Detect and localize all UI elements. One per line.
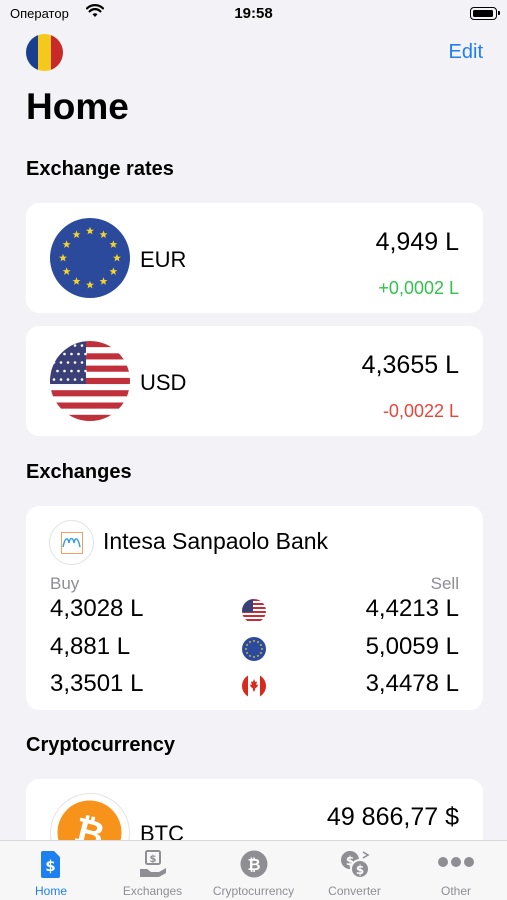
ellipsis-icon (437, 855, 475, 873)
bank-logo-icon (49, 520, 94, 565)
buy-value: 4,881 L (50, 633, 131, 660)
buy-label: Buy (50, 574, 80, 593)
sell-value: 3,4478 L (365, 670, 459, 697)
tab-exchanges[interactable]: $ Exchanges (102, 841, 203, 900)
rate-card-eur[interactable]: EUR 4,949 L +0,0002 L (26, 203, 483, 313)
tab-label: Other (440, 884, 471, 898)
rate-code: USD (140, 370, 187, 395)
status-bar: Оператор 19:58 (0, 0, 507, 30)
rate-code: EUR (140, 247, 187, 272)
tab-label: Converter (328, 884, 381, 898)
svg-text:$: $ (45, 857, 55, 875)
tab-label: Home (34, 884, 67, 898)
romania-flag-avatar[interactable] (26, 34, 63, 71)
tab-label: Cryptocurrency (212, 884, 295, 898)
status-time: 19:58 (234, 5, 273, 22)
bank-card[interactable]: Intesa Sanpaolo Bank Buy Sell 4,3028 L 4… (26, 506, 483, 710)
dollar-doc-icon: $ (36, 849, 66, 884)
section-title-exchange-rates: Exchange rates (26, 158, 174, 180)
rate-card-usd[interactable]: USD 4,3655 L -0,0022 L (26, 326, 483, 436)
sell-value: 5,0059 L (365, 633, 459, 660)
buy-value: 4,3028 L (50, 595, 144, 622)
bank-name: Intesa Sanpaolo Bank (103, 528, 329, 554)
exchange-row-usd: 4,3028 L 4,4213 L (26, 595, 483, 627)
crypto-value: 49 866,77 $ (326, 803, 459, 831)
tab-home[interactable]: $ Home (0, 841, 102, 900)
coins-exchange-icon: $ $ (338, 849, 372, 886)
svg-text:₿: ₿ (247, 855, 260, 874)
sell-value: 4,4213 L (365, 595, 459, 622)
buy-value: 3,3501 L (50, 670, 144, 697)
section-title-exchanges: Exchanges (26, 461, 132, 483)
rate-value: 4,949 L (375, 228, 459, 256)
tab-other[interactable]: Other (405, 841, 507, 900)
tab-bar: $ Home $ Exchanges ₿ Cryptocurrency $ $ … (0, 840, 507, 900)
rate-change: -0,0022 L (382, 401, 459, 421)
svg-text:$: $ (149, 854, 156, 865)
rate-value: 4,3655 L (361, 351, 459, 379)
edit-button[interactable]: Edit (449, 41, 483, 64)
exchange-row-cad: 3,3501 L 3,4478 L (26, 670, 483, 702)
bitcoin-icon: ₿ (239, 849, 269, 884)
sell-label: Sell (430, 574, 459, 593)
ca-flag-icon (242, 674, 266, 698)
rate-change: +0,0002 L (378, 278, 459, 298)
us-flag-icon (242, 599, 266, 623)
tab-label: Exchanges (122, 884, 183, 898)
eu-flag-icon (242, 637, 266, 661)
tab-converter[interactable]: $ $ Converter (304, 841, 405, 900)
page-title: Home (26, 86, 129, 127)
svg-text:$: $ (355, 863, 363, 877)
section-title-cryptocurrency: Cryptocurrency (26, 734, 175, 756)
eu-flag-icon (50, 218, 130, 298)
exchange-row-eur: 4,881 L 5,0059 L (26, 633, 483, 665)
battery-icon (470, 7, 500, 20)
tab-cryptocurrency[interactable]: ₿ Cryptocurrency (203, 841, 304, 900)
bank-hand-icon: $ (137, 849, 169, 884)
us-flag-icon (50, 341, 130, 421)
